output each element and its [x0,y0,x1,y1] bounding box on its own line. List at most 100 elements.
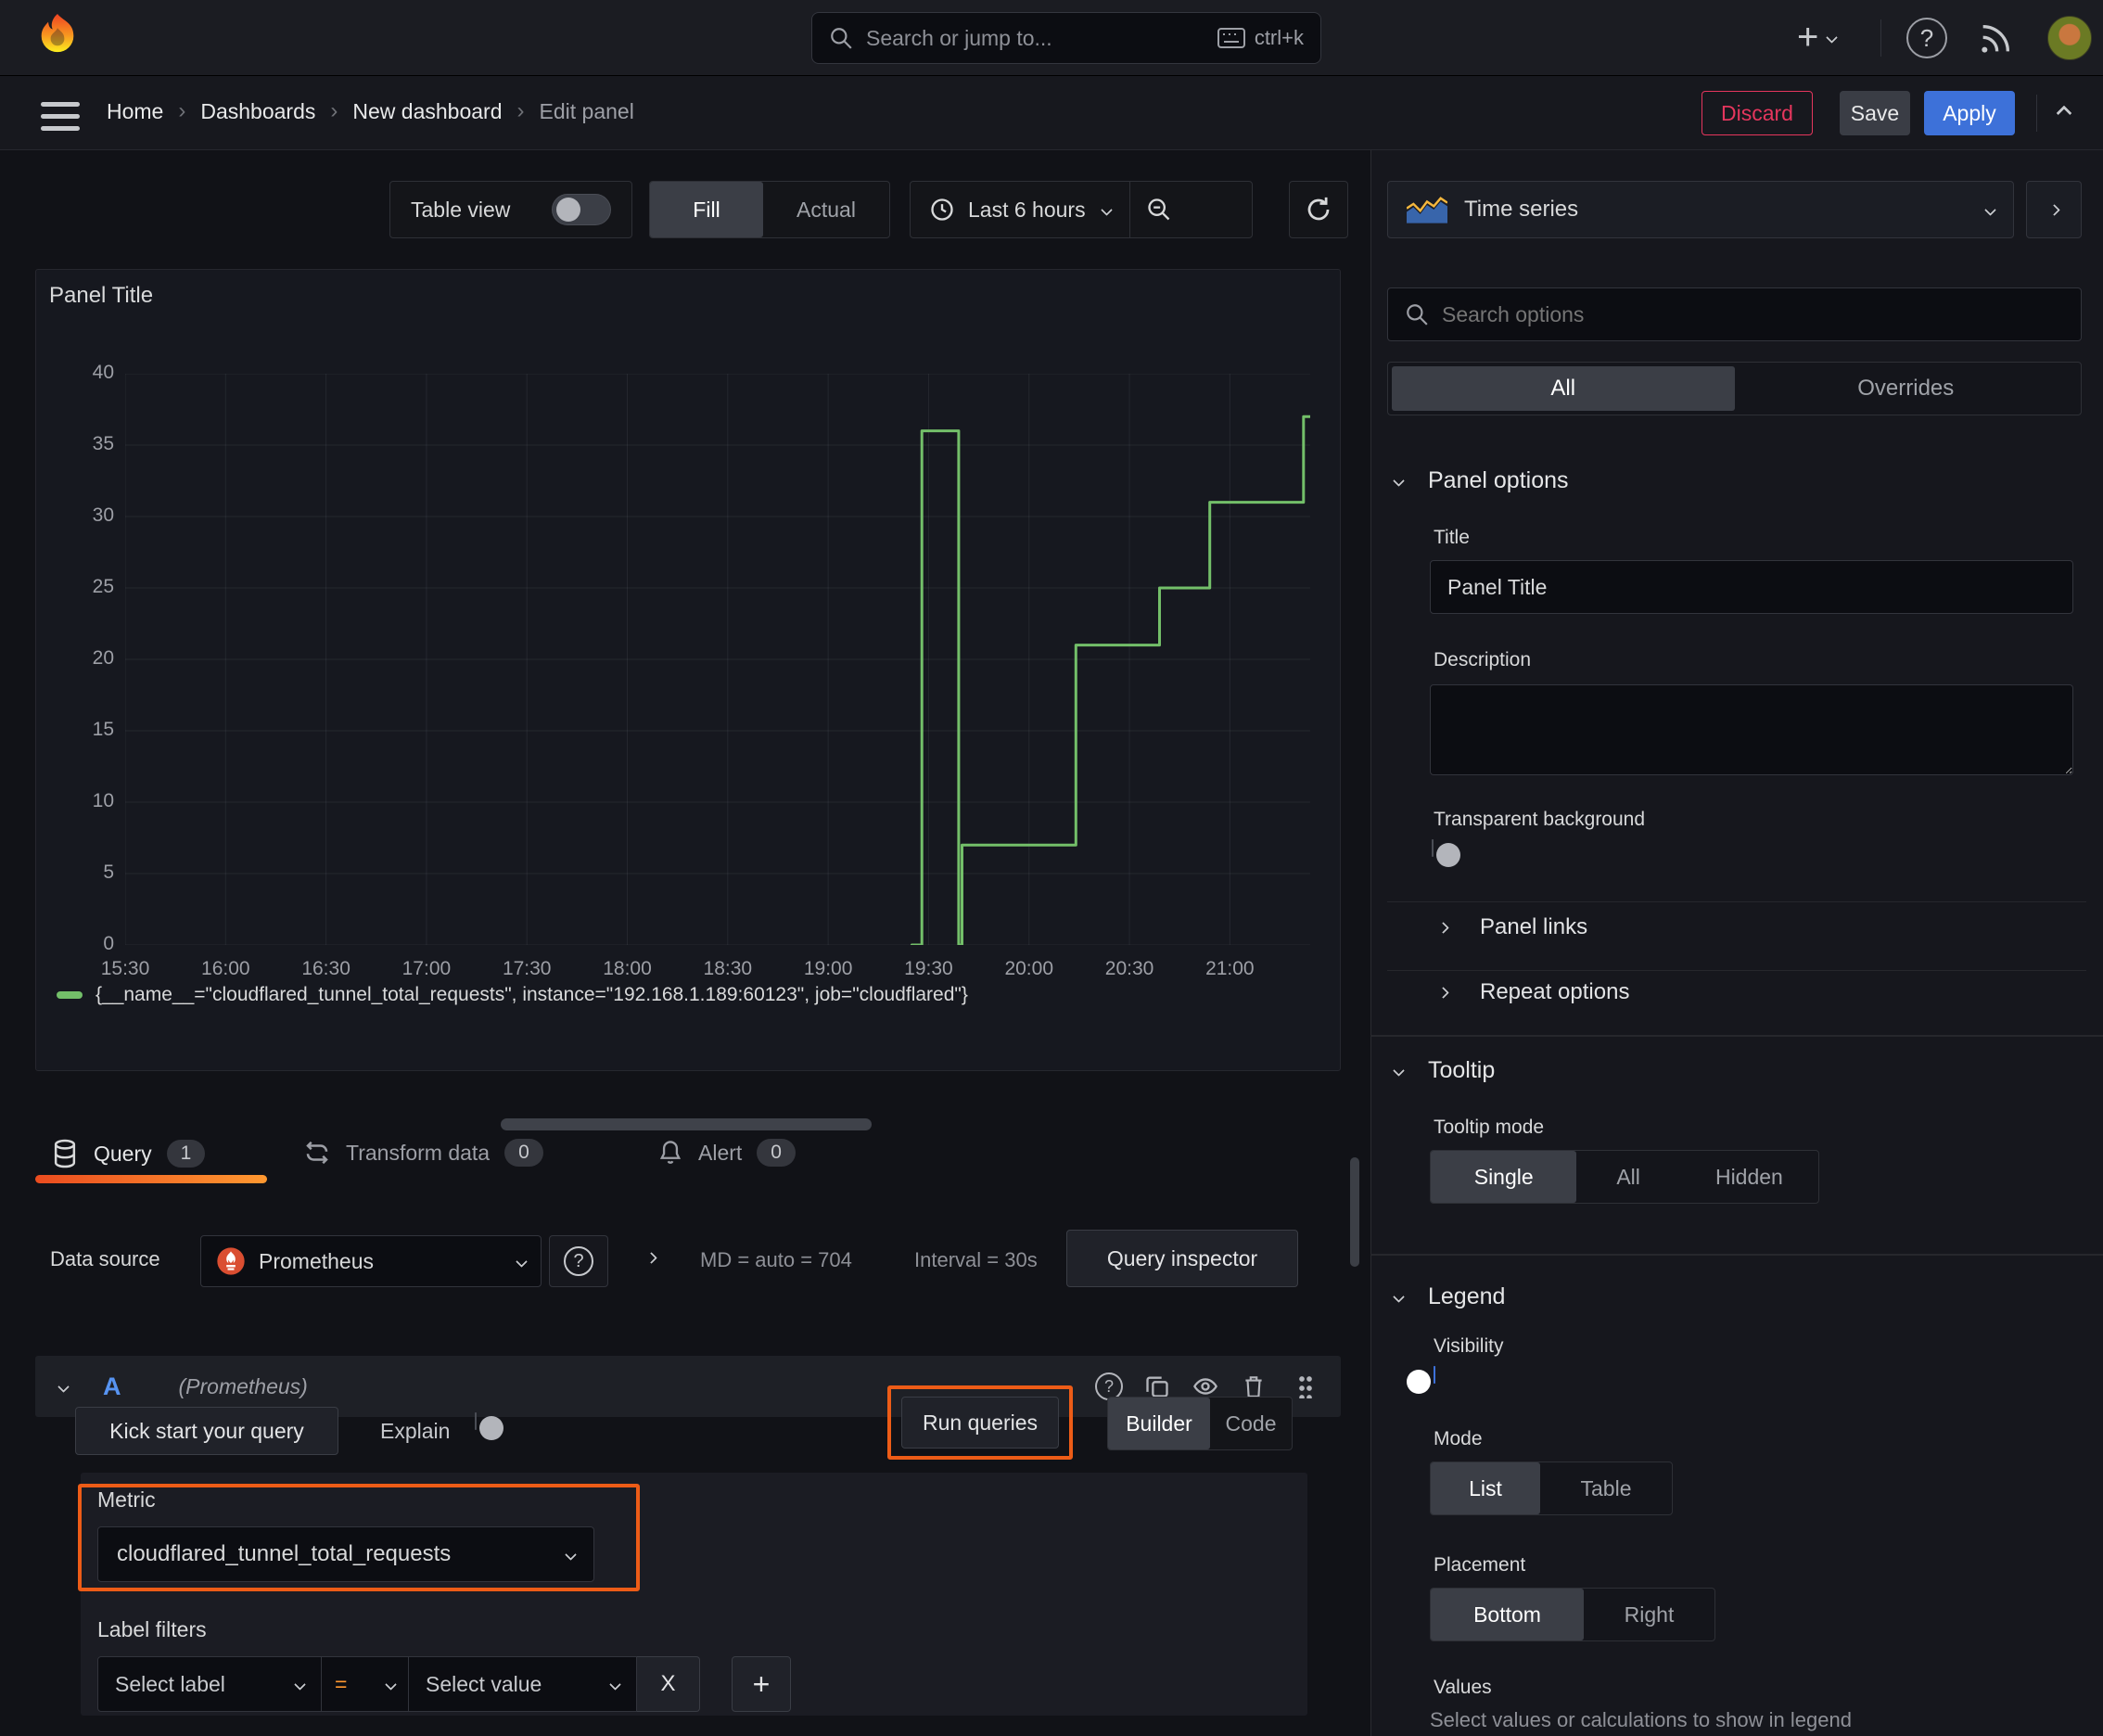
query-inspector-button[interactable]: Query inspector [1066,1230,1298,1287]
grafana-logo[interactable] [33,11,82,65]
interval-text: Interval = 30s [914,1248,1038,1271]
y-tick-label: 5 [103,862,114,883]
tab-all[interactable]: All [1392,366,1735,411]
refresh-button[interactable] [1289,181,1348,238]
save-button[interactable]: Save [1840,91,1910,135]
transparent-background-toggle[interactable] [1432,839,1460,867]
x-tick-label: 20:00 [1004,958,1054,979]
news-rss-icon[interactable] [1977,20,2014,57]
section-repeat-options[interactable]: Repeat options [1480,979,1629,1005]
timeseries-chart[interactable] [124,373,1312,947]
legend-placement-switch: Bottom Right [1430,1588,1715,1641]
menu-icon[interactable] [41,102,80,131]
legend-visibility-label: Visibility [1434,1335,1504,1357]
description-textarea[interactable] [1430,684,2073,775]
tooltip-mode-single[interactable]: Single [1431,1151,1577,1203]
magnifier-icon [1405,302,1429,326]
tab-alert-count: 0 [757,1139,796,1167]
chevron-down-icon [609,1678,621,1691]
duplicate-query-icon[interactable] [1133,1373,1181,1399]
tab-transform-count: 0 [504,1139,543,1167]
table-view-control: Table view [389,181,632,238]
code-option[interactable]: Code [1210,1398,1292,1449]
hide-query-icon[interactable] [1181,1373,1230,1399]
breadcrumb-home[interactable]: Home [107,99,163,124]
builder-option[interactable]: Builder [1108,1398,1210,1449]
tab-transform[interactable]: Transform data 0 [303,1139,543,1167]
table-view-toggle[interactable] [552,194,611,225]
section-panel-options[interactable]: Panel options [1428,467,1569,494]
explain-toggle[interactable] [475,1412,503,1440]
options-search-input[interactable] [1442,301,2064,327]
nav-bar: Home › Dashboards › New dashboard › Edit… [0,76,2103,150]
data-source-help-button[interactable]: ? [549,1235,608,1287]
breadcrumb-new-dashboard[interactable]: New dashboard [352,99,502,124]
metric-select[interactable]: cloudflared_tunnel_total_requests [97,1526,594,1582]
chevron-down-icon [516,1255,528,1268]
collapse-pane-button[interactable] [2026,181,2082,238]
legend-visibility-toggle[interactable] [1407,1366,1435,1394]
actions-divider [2036,95,2037,132]
apply-button[interactable]: Apply [1924,91,2015,135]
fill-option[interactable]: Fill [650,182,763,237]
select-label-dropdown[interactable]: Select label [97,1656,322,1712]
delete-query-icon[interactable] [1230,1373,1278,1399]
run-queries-button[interactable]: Run queries [901,1397,1059,1449]
query-builder-body: Metric cloudflared_tunnel_total_requests… [81,1473,1307,1716]
global-search[interactable]: ctrl+k [811,12,1321,64]
help-icon[interactable]: ? [1906,18,1947,58]
y-tick-label: 20 [92,647,114,669]
section-panel-links[interactable]: Panel links [1480,914,1587,940]
help-circle-icon: ? [564,1246,593,1276]
discard-button[interactable]: Discard [1702,91,1813,135]
x-tick-label: 16:00 [201,958,250,979]
breadcrumb-dashboards[interactable]: Dashboards [200,99,315,124]
tab-query-count: 1 [166,1140,206,1168]
builder-code-switch: Builder Code [1107,1397,1293,1450]
legend-placement-bottom[interactable]: Bottom [1431,1589,1584,1640]
tooltip-mode-hidden[interactable]: Hidden [1680,1151,1818,1203]
collapse-query-icon[interactable] [57,1380,70,1393]
transform-arrows-icon [306,1141,328,1165]
query-options-expand-icon[interactable] [645,1252,657,1264]
visualization-picker[interactable]: Time series [1387,181,2014,238]
section-tooltip[interactable]: Tooltip [1428,1057,1495,1084]
panel-title-input[interactable] [1430,560,2073,614]
kick-start-query-button[interactable]: Kick start your query [75,1407,338,1455]
scrollbar-thumb[interactable] [1350,1157,1359,1267]
options-search[interactable] [1387,287,2082,341]
tab-query[interactable]: Query 1 [51,1139,206,1168]
chart-legend[interactable]: {__name__="cloudflared_tunnel_total_requ… [57,984,968,1006]
legend-placement-right[interactable]: Right [1584,1589,1714,1640]
user-avatar[interactable] [2047,16,2092,60]
zoom-out-button[interactable] [1130,182,1188,237]
add-filter-button[interactable]: + [732,1656,791,1712]
drag-query-handle[interactable] [1278,1374,1333,1398]
data-source-picker[interactable]: Prometheus [200,1235,542,1287]
collapse-options-icon[interactable] [2056,105,2072,121]
time-range-button[interactable]: Last 6 hours [911,182,1129,237]
actual-option[interactable]: Actual [763,182,889,237]
operator-dropdown[interactable]: = [322,1656,409,1712]
tooltip-mode-all[interactable]: All [1576,1151,1679,1203]
remove-filter-button[interactable]: X [637,1656,700,1712]
search-input[interactable] [866,25,1204,51]
legend-series-label: {__name__="cloudflared_tunnel_total_requ… [96,984,968,1005]
tab-overrides[interactable]: Overrides [1735,366,2078,411]
panel-title[interactable]: Panel Title [49,283,153,309]
legend-mode-list[interactable]: List [1431,1462,1540,1514]
legend-mode-table[interactable]: Table [1540,1462,1672,1514]
tooltip-mode-switch: Single All Hidden [1430,1150,1819,1204]
timeseries-viz-icon [1407,197,1447,223]
select-value-dropdown[interactable]: Select value [409,1656,637,1712]
description-label: Description [1434,649,1532,670]
query-ref-id: A [103,1372,121,1400]
new-dropdown-button[interactable]: + [1797,17,1839,57]
x-tick-label: 17:30 [502,958,552,979]
section-divider [1370,1035,2103,1037]
tab-alert[interactable]: Alert 0 [657,1139,796,1167]
section-legend[interactable]: Legend [1428,1283,1505,1310]
x-tick-label: 21:00 [1205,958,1255,979]
panel-resize-handle[interactable] [501,1118,872,1130]
chevron-down-icon [1984,203,1996,216]
